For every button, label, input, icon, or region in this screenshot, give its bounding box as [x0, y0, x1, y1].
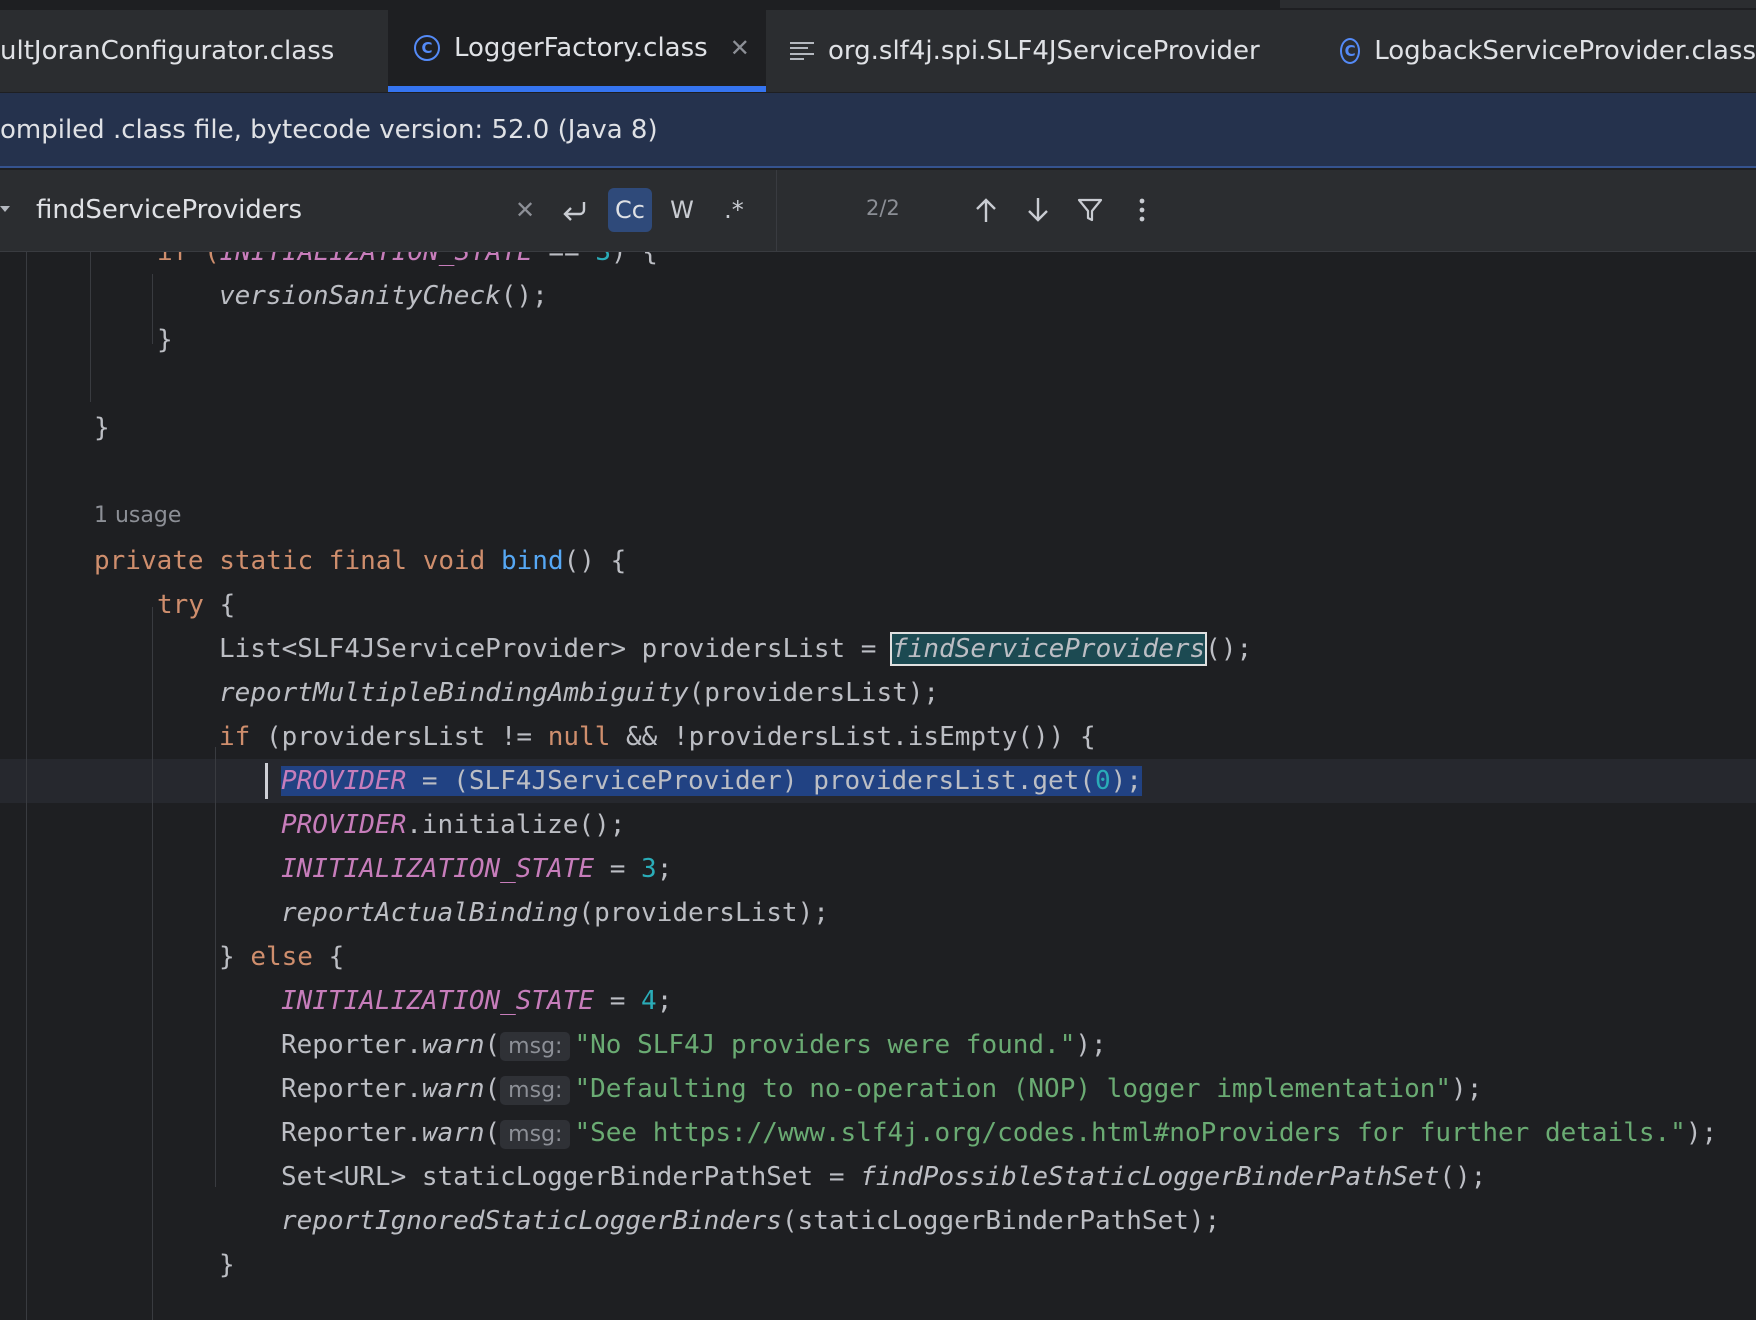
class-icon: C — [1340, 38, 1361, 64]
code-line: if (INITIALIZATION_STATE == 3) { — [157, 252, 658, 267]
whole-words-toggle[interactable]: W — [660, 188, 704, 232]
tab-default-joran-configurator[interactable]: ultJoranConfigurator.class — [0, 10, 388, 92]
code-line: INITIALIZATION_STATE = 4; — [281, 986, 673, 1016]
class-icon: C — [414, 35, 440, 61]
tab-label: ultJoranConfigurator.class — [0, 36, 335, 66]
banner-text: ompiled .class file, bytecode version: 5… — [0, 114, 658, 145]
code-line: } — [94, 413, 110, 443]
code-line: } — [219, 1250, 235, 1280]
indent-guide — [26, 252, 27, 1320]
indent-guide — [90, 252, 91, 402]
code-line: reportIgnoredStaticLoggerBinders(staticL… — [281, 1206, 1221, 1236]
tab-scroll-thumb[interactable] — [1280, 0, 1756, 8]
search-divider — [776, 170, 777, 251]
code-line: INITIALIZATION_STATE = 3; — [281, 854, 673, 884]
more-options-icon[interactable] — [1120, 188, 1164, 232]
regex-toggle[interactable]: .* — [712, 188, 756, 232]
decompiled-banner: ompiled .class file, bytecode version: 5… — [0, 93, 1756, 168]
code-line: PROVIDER.initialize(); — [281, 810, 626, 840]
editor-tab-bar: ultJoranConfigurator.class C LoggerFacto… — [0, 10, 1756, 93]
search-history-dropdown-icon[interactable] — [0, 206, 10, 212]
tab-label: LoggerFactory.class — [454, 33, 708, 63]
text-cursor — [265, 763, 268, 799]
code-line: reportActualBinding(providersList); — [281, 898, 829, 928]
search-match-highlight: findServiceProviders — [890, 632, 1208, 666]
previous-occurrence-icon[interactable] — [964, 188, 1008, 232]
indent-guide — [215, 747, 216, 1187]
code-editor[interactable]: if (INITIALIZATION_STATE == 3) { version… — [0, 252, 1756, 1320]
search-input[interactable] — [36, 190, 496, 230]
new-line-toggle-icon[interactable] — [552, 188, 596, 232]
match-case-toggle[interactable]: Cc — [608, 188, 652, 232]
indent-guide — [152, 607, 153, 1320]
usage-hint[interactable]: 1 usage — [94, 503, 181, 528]
text-file-icon — [790, 42, 814, 60]
code-line: Set<URL> staticLoggerBinderPathSet = fin… — [281, 1162, 1487, 1192]
code-line-selected: PROVIDER = (SLF4JServiceProvider) provid… — [281, 766, 1142, 796]
code-line: List<SLF4JServiceProvider> providersList… — [219, 632, 1253, 666]
tab-logback-service-provider[interactable]: C LogbackServiceProvider.class — [1340, 10, 1756, 92]
tab-label: org.slf4j.spi.SLF4JServiceProvider — [828, 36, 1260, 66]
tab-logger-factory[interactable]: C LoggerFactory.class ✕ — [388, 10, 766, 92]
parameter-hint: msg: — [500, 1076, 571, 1105]
tab-label: LogbackServiceProvider.class — [1374, 36, 1756, 66]
code-line: } else { — [219, 942, 345, 972]
code-line: try { — [157, 590, 236, 620]
clear-search-icon[interactable]: ✕ — [512, 188, 538, 232]
parameter-hint: msg: — [500, 1032, 571, 1061]
indent-guide — [152, 274, 153, 344]
code-line: private static final void bind() { — [94, 546, 627, 576]
tab-slf4j-service-provider[interactable]: org.slf4j.spi.SLF4JServiceProvider — [790, 10, 1270, 92]
next-occurrence-icon[interactable] — [1016, 188, 1060, 232]
match-count: 2/2 — [866, 196, 900, 220]
find-bar: ✕ Cc W .* 2/2 — [0, 170, 1756, 252]
code-line: versionSanityCheck(); — [219, 281, 548, 311]
parameter-hint: msg: — [500, 1120, 571, 1149]
code-line: Reporter.warn(msg: "Defaulting to no-oper… — [281, 1074, 1483, 1105]
code-line: } — [157, 325, 173, 355]
code-line: Reporter.warn(msg: "See https://www.slf4j… — [281, 1118, 1718, 1149]
code-line: Reporter.warn(msg: "No SLF4J providers we… — [281, 1030, 1107, 1061]
close-icon[interactable]: ✕ — [730, 34, 750, 62]
code-line: if (providersList != null && !providersL… — [219, 722, 1096, 752]
filter-icon[interactable] — [1068, 188, 1112, 232]
code-line: reportMultipleBindingAmbiguity(providers… — [219, 678, 940, 708]
